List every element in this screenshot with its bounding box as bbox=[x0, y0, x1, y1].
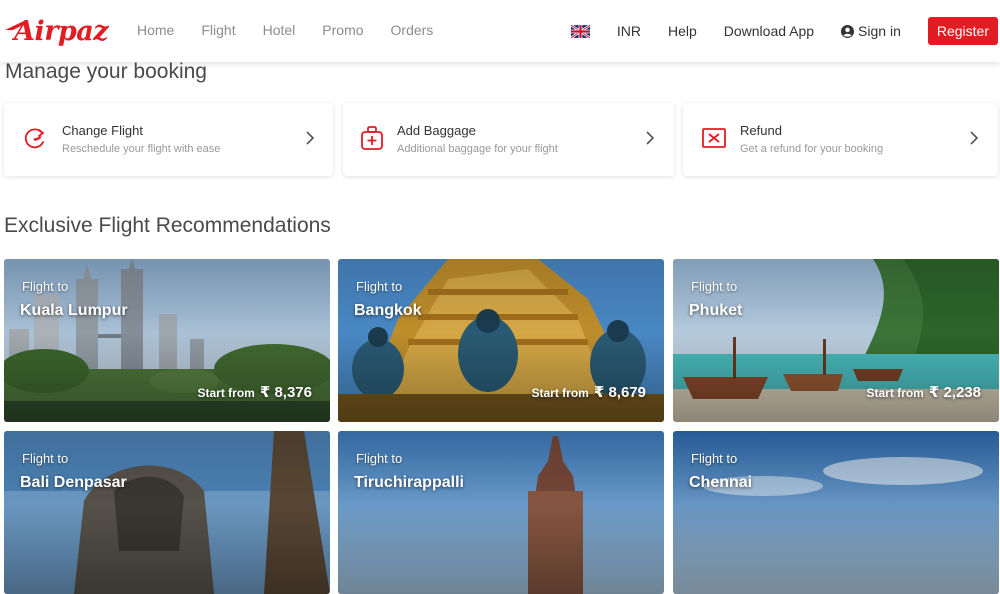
flight-to-label: Flight to bbox=[356, 279, 403, 294]
nav-hotel[interactable]: Hotel bbox=[263, 22, 296, 38]
add-baggage-subtitle: Additional baggage for your flight bbox=[397, 143, 558, 155]
price-block: Start from ₹ 8,376 bbox=[198, 383, 313, 401]
flight-to-label: Flight to bbox=[22, 279, 69, 294]
add-baggage-title: Add Baggage bbox=[397, 123, 476, 138]
destination-city: Bali Denpasar bbox=[20, 474, 127, 491]
nav-promo[interactable]: Promo bbox=[322, 22, 363, 38]
refund-icon bbox=[702, 128, 726, 148]
refund-card[interactable]: Refund Get a refund for your booking bbox=[683, 103, 998, 176]
destination-city: Tiruchirappalli bbox=[354, 474, 464, 491]
chevron-right-icon bbox=[970, 131, 979, 145]
destination-card-tiruchirappalli[interactable]: Flight to Tiruchirappalli bbox=[338, 431, 664, 594]
price-value: ₹ 8,376 bbox=[259, 384, 312, 401]
change-flight-card[interactable]: Change Flight Reschedule your flight wit… bbox=[4, 103, 333, 176]
destination-city: Chennai bbox=[689, 474, 753, 491]
price-label: Start from bbox=[197, 386, 255, 400]
uk-flag-icon[interactable] bbox=[570, 24, 590, 38]
price-label: Start from bbox=[531, 386, 589, 400]
signin-label: Sign in bbox=[858, 23, 901, 39]
destination-city: Bangkok bbox=[354, 302, 422, 319]
flight-to-label: Flight to bbox=[22, 451, 69, 466]
main-nav: Home Flight Hotel Promo Orders bbox=[137, 22, 460, 38]
register-button[interactable]: Register bbox=[927, 17, 998, 45]
signin-link[interactable]: Sign in bbox=[841, 23, 901, 39]
logo-text: Airpaz bbox=[14, 15, 109, 47]
price-label: Start from bbox=[866, 386, 924, 400]
user-icon bbox=[841, 24, 855, 38]
chevron-right-icon bbox=[646, 131, 655, 145]
flight-to-label: Flight to bbox=[691, 279, 738, 294]
change-flight-subtitle: Reschedule your flight with ease bbox=[62, 143, 221, 155]
price-value: ₹ 8,679 bbox=[593, 384, 646, 401]
destination-card-bangkok[interactable]: Flight to Bangkok Start from ₹ 8,679 bbox=[338, 259, 664, 422]
reschedule-icon bbox=[24, 128, 44, 149]
flight-to-label: Flight to bbox=[691, 451, 738, 466]
change-flight-title: Change Flight bbox=[62, 123, 143, 138]
nav-flight[interactable]: Flight bbox=[201, 22, 235, 38]
price-block: Start from ₹ 2,238 bbox=[867, 383, 982, 401]
add-baggage-card[interactable]: Add Baggage Additional baggage for your … bbox=[343, 103, 674, 176]
destination-card-phuket[interactable]: Flight to Phuket Start from ₹ 2,238 bbox=[673, 259, 999, 422]
top-header: Airpaz Home Flight Hotel Promo Orders IN… bbox=[0, 0, 1000, 62]
plane-logo-icon bbox=[5, 20, 26, 30]
airpaz-logo[interactable]: Airpaz bbox=[5, 14, 109, 48]
baggage-icon bbox=[361, 126, 383, 150]
header-right: INR Help Download App Sign in Register bbox=[570, 17, 998, 45]
price-value: ₹ 2,238 bbox=[928, 384, 981, 401]
booking-section-title: Manage your booking bbox=[5, 60, 207, 83]
currency-selector[interactable]: INR bbox=[617, 23, 641, 39]
help-link[interactable]: Help bbox=[668, 23, 697, 39]
refund-title: Refund bbox=[740, 123, 782, 138]
destination-card-chennai[interactable]: Flight to Chennai bbox=[673, 431, 999, 594]
destination-city: Kuala Lumpur bbox=[20, 302, 128, 319]
recommendations-title: Exclusive Flight Recommendations bbox=[4, 214, 331, 237]
destination-card-bali-denpasar[interactable]: Flight to Bali Denpasar bbox=[4, 431, 330, 594]
destination-card-kuala-lumpur[interactable]: Flight to Kuala Lumpur Start from ₹ 8,37… bbox=[4, 259, 330, 422]
destination-city: Phuket bbox=[689, 302, 743, 319]
download-app-link[interactable]: Download App bbox=[724, 23, 814, 39]
nav-home[interactable]: Home bbox=[137, 22, 174, 38]
price-block: Start from ₹ 8,679 bbox=[532, 383, 647, 401]
nav-orders[interactable]: Orders bbox=[391, 22, 434, 38]
chevron-right-icon bbox=[306, 131, 315, 145]
flight-to-label: Flight to bbox=[356, 451, 403, 466]
refund-subtitle: Get a refund for your booking bbox=[740, 143, 884, 155]
